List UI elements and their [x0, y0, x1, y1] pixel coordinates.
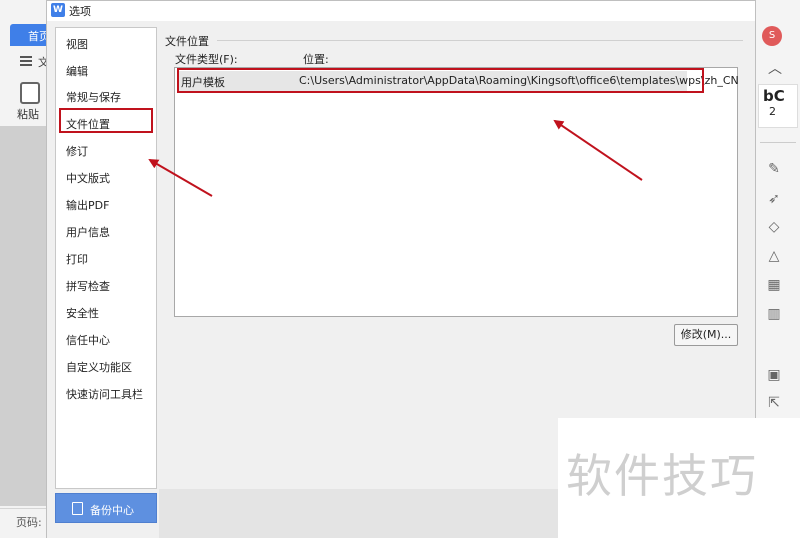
- clipboard-icon[interactable]: [20, 82, 40, 104]
- nav-item-quick-access[interactable]: 快速访问工具栏: [66, 386, 143, 404]
- backup-center-button[interactable]: 备份中心: [55, 493, 157, 523]
- nav-item-general-save[interactable]: 常规与保存: [66, 89, 121, 107]
- nav-item-revision[interactable]: 修订: [66, 143, 88, 161]
- style-preview-sub: 2: [769, 105, 776, 118]
- pen-icon[interactable]: ✎: [765, 160, 783, 178]
- fill-icon[interactable]: △: [765, 247, 783, 265]
- nav-item-print[interactable]: 打印: [66, 251, 88, 269]
- nav-item-chinese-layout[interactable]: 中文版式: [66, 170, 110, 188]
- nav-item-user-info[interactable]: 用户信息: [66, 224, 110, 242]
- paste-label: 粘贴: [17, 108, 39, 121]
- style-preview-text: bC: [763, 87, 785, 105]
- share-icon[interactable]: ⇱: [765, 394, 783, 412]
- options-nav: 视图 编辑 常规与保存 文件位置 修订 中文版式 输出PDF 用户信息 打印 拼…: [55, 27, 157, 489]
- location-header: 位置:: [303, 53, 329, 66]
- modify-button[interactable]: 修改(M)...: [674, 324, 738, 346]
- nav-item-export-pdf[interactable]: 输出PDF: [66, 197, 109, 215]
- nav-item-edit[interactable]: 编辑: [66, 63, 88, 81]
- dialog-titlebar[interactable]: W 选项: [47, 1, 755, 21]
- menu-icon[interactable]: [20, 56, 32, 66]
- wps-app-icon: W: [51, 3, 65, 17]
- nav-item-spell-check[interactable]: 拼写检查: [66, 278, 110, 296]
- file-type-header: 文件类型(F):: [175, 53, 238, 66]
- style-preview[interactable]: bC 2: [758, 84, 798, 128]
- highlight-box-nav: [59, 108, 153, 133]
- highlight-box-row: [177, 68, 704, 93]
- nav-item-customize-ribbon[interactable]: 自定义功能区: [66, 359, 132, 377]
- nav-item-view[interactable]: 视图: [66, 36, 88, 54]
- page-number-label: 页码:: [16, 516, 42, 529]
- cursor-icon[interactable]: ➶: [765, 190, 783, 208]
- bar-chart-icon[interactable]: ▥: [765, 305, 783, 323]
- watermark: 软件技巧: [566, 449, 758, 503]
- backup-icon: [72, 502, 83, 515]
- group-title: 文件位置: [165, 33, 213, 49]
- toolbar-divider: [760, 142, 796, 143]
- avatar[interactable]: S: [762, 26, 782, 46]
- dialog-title: 选项: [69, 5, 91, 18]
- chevron-up-icon[interactable]: ︿: [768, 58, 782, 78]
- nav-item-security[interactable]: 安全性: [66, 305, 99, 323]
- grid-icon[interactable]: ▦: [765, 276, 783, 294]
- document-canvas: [0, 126, 46, 506]
- nav-item-trust-center[interactable]: 信任中心: [66, 332, 110, 350]
- backup-center-label: 备份中心: [90, 504, 134, 517]
- shapes-icon[interactable]: ◇: [765, 218, 783, 236]
- home-tab[interactable]: 首页: [10, 24, 46, 46]
- file-location-list[interactable]: 用户模板 C:\Users\Administrator\AppData\Roam…: [174, 67, 739, 317]
- group-divider: [217, 40, 743, 41]
- image-icon[interactable]: ▣: [765, 366, 783, 384]
